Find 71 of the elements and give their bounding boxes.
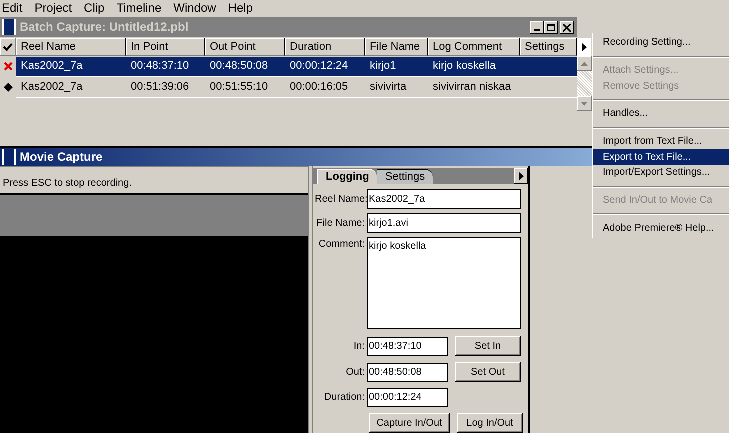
menu-item[interactable]: Export to Text File...	[593, 149, 729, 166]
minimize-button[interactable]	[530, 20, 544, 34]
timecode-field[interactable]: 00:48:37:10	[367, 336, 448, 356]
comment-field[interactable]: kirjo koskella	[367, 237, 521, 329]
timecode-field[interactable]: 00:00:12:24	[367, 388, 448, 407]
table-cell: 00:00:12:24	[290, 60, 348, 72]
diamond-icon	[4, 83, 12, 92]
table-cell: 00:00:16:05	[290, 81, 348, 94]
table-row[interactable]: Kas2002_7a 00:51:39:06 00:51:55:10 00:00:16:05 sivivirta sivivirran niskaa	[0, 78, 577, 98]
table-cell: kirjo koskella	[433, 60, 496, 72]
tab[interactable]: Logging	[317, 169, 378, 184]
film-icon	[2, 19, 16, 35]
caret-down-icon	[581, 102, 588, 106]
menu-item[interactable]: Import from Text File...	[593, 134, 729, 150]
checkmark-icon	[3, 42, 13, 52]
table-row[interactable]: Kas2002_7a 00:48:37:10 00:48:50:08 00:00:12:24 kirjo1 kirjo koskella	[0, 57, 577, 77]
film-icon	[2, 149, 16, 165]
text-field[interactable]: kirjo1.avi	[367, 213, 521, 233]
table-cell: sivivirran niskaa	[433, 81, 512, 94]
arrow-right-icon	[582, 42, 586, 52]
field-label: In:	[352, 340, 366, 354]
column-header[interactable]: Settings	[520, 38, 577, 56]
cross-icon	[4, 62, 12, 71]
status-text: Press ESC to stop recording.	[3, 177, 132, 191]
table-cell: sivivirta	[370, 81, 407, 94]
window-title: Movie Capture	[20, 149, 103, 166]
maximize-button[interactable]	[544, 20, 558, 34]
timecode-button[interactable]: Set Out	[455, 362, 521, 382]
scrollbar[interactable]	[577, 56, 592, 111]
table-cell: 00:51:39:06	[131, 81, 190, 94]
timecode-button[interactable]: Set In	[455, 336, 521, 356]
field-label: Reel Name:	[315, 192, 367, 206]
table-cell: kirjo1	[370, 60, 396, 72]
column-header[interactable]: Reel Name	[16, 38, 126, 56]
action-button[interactable]: Capture In/Out	[369, 413, 450, 433]
panel-menu-button[interactable]	[514, 168, 528, 184]
menu-item[interactable]: Adobe Premiere® Help...	[593, 220, 729, 236]
table-cell: Kas2002_7a	[21, 60, 83, 72]
panel-menu-button[interactable]	[577, 38, 591, 56]
close-button[interactable]	[560, 20, 574, 34]
scroll-up-button[interactable]	[577, 56, 592, 71]
field-label: File Name:	[316, 216, 366, 230]
menu-item[interactable]: Help	[222, 0, 259, 17]
scroll-down-button[interactable]	[577, 96, 592, 111]
menu-item[interactable]: Import/Export Settings...	[593, 165, 729, 181]
table-cell: Kas2002_7a	[21, 81, 83, 94]
timecode-field[interactable]: 00:48:50:08	[367, 362, 448, 382]
table-cell: 00:48:37:10	[131, 60, 190, 72]
menu-item[interactable]: Clip	[78, 0, 111, 17]
menu-item[interactable]: Edit	[0, 0, 29, 17]
menu-item[interactable]: Project	[28, 0, 78, 17]
table-cell: 00:48:50:08	[210, 60, 268, 72]
tab[interactable]: Settings	[377, 169, 434, 184]
menu-item[interactable]: Timeline	[110, 0, 168, 17]
window-title: Batch Capture: Untitled12.pbl	[20, 19, 190, 36]
table-cell: 00:51:55:10	[210, 81, 268, 94]
column-header[interactable]: Out Point	[205, 38, 285, 56]
column-header[interactable]: In Point	[126, 38, 205, 56]
column-header[interactable]: File Name	[365, 38, 428, 56]
arrow-right-icon	[518, 172, 524, 180]
action-button[interactable]: Log In/Out	[457, 413, 523, 433]
field-label: Comment:	[318, 238, 366, 252]
field-label: Out:	[345, 366, 366, 380]
menu-item[interactable]: Recording Setting...	[593, 35, 729, 51]
field-label: Duration:	[323, 391, 366, 405]
column-header[interactable]: Log Comment	[428, 38, 520, 56]
text-field[interactable]: Kas2002_7a	[367, 189, 521, 209]
caret-up-icon	[581, 62, 588, 66]
menu-item[interactable]: Window	[168, 0, 222, 17]
menu-item[interactable]: Handles...	[593, 106, 729, 122]
column-header[interactable]: Duration	[285, 38, 365, 56]
